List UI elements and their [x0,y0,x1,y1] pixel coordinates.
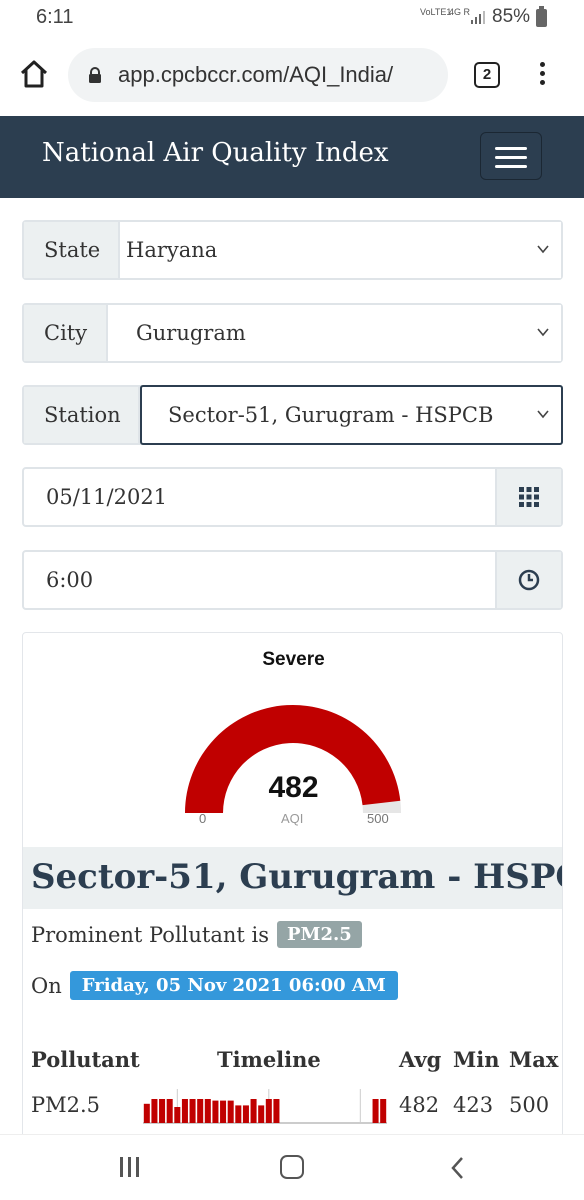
chevron-down-icon [537,328,549,337]
timeline-bar [159,1099,166,1123]
tab-switcher-button[interactable]: 2 [474,62,500,88]
aqi-category: Severe [262,649,325,670]
gauge-min-label: 0 [199,811,207,826]
timeline-bar [143,1103,150,1123]
prominent-pollutant-line: Prominent Pollutant is PM2.5 [31,921,362,948]
aqi-value: 482 [268,771,319,804]
datetime-line: On Friday, 05 Nov 2021 06:00 AM [31,971,398,1000]
time-input[interactable]: 6:00 [24,552,495,608]
timeline-bar [372,1099,379,1123]
timeline-bar [265,1099,272,1123]
row-max: 500 [509,1093,550,1117]
status-bar: 6:11 VoLTE1 4G R 85% [0,0,584,36]
state-select[interactable]: Haryana [120,222,561,278]
city-label: City [24,305,108,361]
header-min: Min [453,1047,500,1072]
timeline-bar [227,1100,234,1123]
gauge-unit-label: AQI [281,811,304,826]
lock-icon [89,67,101,83]
home-button-icon[interactable] [280,1155,304,1179]
city-value: Gurugram [136,321,246,345]
gauge-max-label: 500 [367,811,389,826]
state-value: Haryana [126,238,218,262]
timeline-bar [250,1099,257,1123]
overflow-menu-icon[interactable] [532,62,552,90]
datetime-badge: Friday, 05 Nov 2021 06:00 AM [69,971,398,1000]
header-max: Max [509,1047,559,1072]
on-label: On [31,973,62,998]
timeline-bar [380,1099,387,1123]
time-picker-button[interactable] [495,552,561,608]
city-group: City Gurugram [22,303,563,363]
prominent-pollutant-badge: PM2.5 [277,921,362,948]
station-select[interactable]: Sector-51, Gurugram - HSPCB [140,385,563,445]
timeline-bar [204,1099,211,1123]
station-label: Station [24,387,140,443]
state-label: State [24,222,120,278]
hamburger-menu-icon[interactable] [480,132,542,180]
state-group: State Haryana [22,220,563,280]
row-min: 423 [453,1093,494,1117]
recent-apps-icon[interactable] [118,1157,142,1179]
header-timeline: Timeline [217,1047,321,1072]
chevron-down-icon [537,245,549,254]
station-value: Sector-51, Gurugram - HSPCB [168,403,494,427]
timeline-bar [197,1099,204,1123]
home-icon[interactable] [18,58,50,90]
date-input[interactable]: 05/11/2021 [24,469,495,525]
row-pollutant: PM2.5 [31,1093,101,1117]
network-label: VoLTE1 [420,7,452,17]
city-select[interactable]: Gurugram [108,305,561,361]
timeline-bar [273,1099,280,1123]
site-navbar: National Air Quality Index [0,116,584,198]
url-text: app.cpcbccr.com/AQI_India/ [118,62,394,87]
battery-icon [536,6,547,27]
network-indicator: VoLTE1 [420,8,451,17]
time-group: 6:00 [22,550,563,610]
timeline-bar [181,1099,188,1123]
prominent-pollutant-label: Prominent Pollutant is [31,922,270,947]
aqi-card: Severe 482 0 AQI 500 Sector-51, Gurugram… [22,632,563,1152]
system-nav-bar [0,1134,584,1200]
calendar-grid-icon [519,487,539,507]
network-type-label: 4G [449,7,462,17]
timeline-bar [242,1105,249,1123]
timeline-bar [189,1099,196,1123]
timeline-bar [220,1100,227,1123]
timeline-bar [258,1105,265,1123]
network-type-indicator: 4G R [449,8,470,17]
chevron-down-icon [537,410,549,419]
header-pollutant: Pollutant [31,1047,140,1072]
clock-icon [518,569,540,591]
status-time: 6:11 [36,6,74,28]
timeline-bar [174,1107,181,1123]
browser-toolbar: app.cpcbccr.com/AQI_India/ 2 [0,36,584,116]
site-title[interactable]: National Air Quality Index [42,138,389,168]
back-icon[interactable] [448,1155,468,1181]
timeline-bar [166,1099,173,1123]
station-group: Station Sector-51, Gurugram - HSPCB [22,385,563,445]
station-title: Sector-51, Gurugram - HSPCB [23,847,562,909]
timeline-bar [212,1100,219,1123]
battery-percent: 85% [492,6,531,27]
calendar-button[interactable] [495,469,561,525]
date-group: 05/11/2021 [22,467,563,527]
row-avg: 482 [399,1093,440,1117]
pm25-timeline-chart [143,1089,387,1124]
timeline-bar [151,1099,158,1123]
timeline-bar [235,1105,242,1123]
header-avg: Avg [399,1047,442,1072]
signal-icon [471,11,485,24]
address-bar[interactable]: app.cpcbccr.com/AQI_India/ [68,48,448,102]
